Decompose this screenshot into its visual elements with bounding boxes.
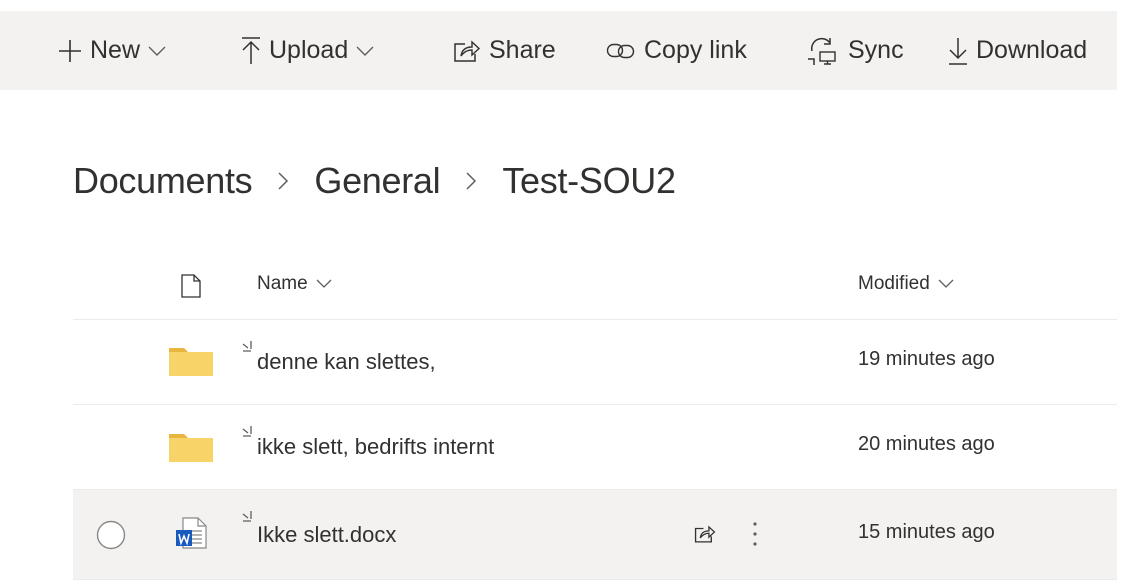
sync-button[interactable]: Sync (804, 11, 904, 90)
item-modified: 15 minutes ago (858, 521, 995, 543)
chevron-down-icon (148, 46, 166, 56)
download-label: Download (976, 36, 1088, 64)
item-name-link[interactable]: ikke slett, bedrifts internt (257, 434, 494, 460)
chevron-right-icon (465, 171, 477, 191)
plus-icon (59, 39, 81, 62)
command-bar: New Upload Share Copy link Sync Download (0, 11, 1117, 90)
word-document-icon (176, 517, 207, 549)
breadcrumb: Documents General Test-SOU2 (73, 158, 676, 204)
item-modified: 19 minutes ago (858, 348, 995, 370)
list-item[interactable]: Ikke slett.docx 15 minutes ago (73, 490, 1117, 580)
chevron-down-icon (938, 279, 954, 288)
sync-icon (808, 37, 836, 65)
new-item-indicator-icon (242, 511, 252, 522)
select-row-checkbox[interactable] (96, 520, 126, 550)
item-name-link[interactable]: Ikke slett.docx (257, 522, 396, 548)
share-icon[interactable] (694, 524, 716, 544)
share-label: Share (489, 36, 556, 64)
breadcrumb-item-documents[interactable]: Documents (73, 160, 253, 202)
share-icon (454, 39, 481, 62)
new-item-indicator-icon (242, 426, 252, 437)
folder-icon (169, 434, 213, 462)
share-button[interactable]: Share (453, 11, 556, 90)
column-header-modified-label: Modified (858, 273, 930, 294)
copy-link-button[interactable]: Copy link (606, 11, 747, 90)
download-icon (949, 37, 967, 65)
copy-link-label: Copy link (644, 36, 747, 64)
chevron-down-icon (316, 279, 332, 288)
folder-icon (169, 348, 213, 376)
new-label: New (90, 36, 141, 64)
column-header-name-label: Name (257, 273, 308, 294)
column-header-name[interactable]: Name (257, 273, 332, 295)
more-options-icon[interactable] (752, 521, 758, 547)
upload-label: Upload (269, 36, 349, 64)
list-header: Name Modified (73, 248, 1117, 320)
new-item-indicator-icon (242, 341, 252, 352)
sync-label: Sync (848, 36, 904, 64)
file-type-icon (181, 274, 201, 298)
link-icon (606, 43, 635, 58)
chevron-down-icon (356, 46, 374, 56)
list-item[interactable]: ikke slett, bedrifts internt 20 minutes … (73, 405, 1117, 490)
list-item[interactable]: denne kan slettes, 19 minutes ago (73, 320, 1117, 405)
breadcrumb-item-general[interactable]: General (314, 160, 440, 202)
item-name-link[interactable]: denne kan slettes, (257, 349, 436, 375)
upload-button[interactable]: Upload (241, 11, 374, 90)
new-button[interactable]: New (58, 11, 166, 90)
upload-icon (242, 36, 260, 64)
breadcrumb-item-current: Test-SOU2 (502, 160, 676, 201)
chevron-right-icon (277, 171, 289, 191)
column-header-modified[interactable]: Modified (858, 273, 954, 295)
item-modified: 20 minutes ago (858, 433, 995, 455)
download-button[interactable]: Download (948, 11, 1087, 90)
